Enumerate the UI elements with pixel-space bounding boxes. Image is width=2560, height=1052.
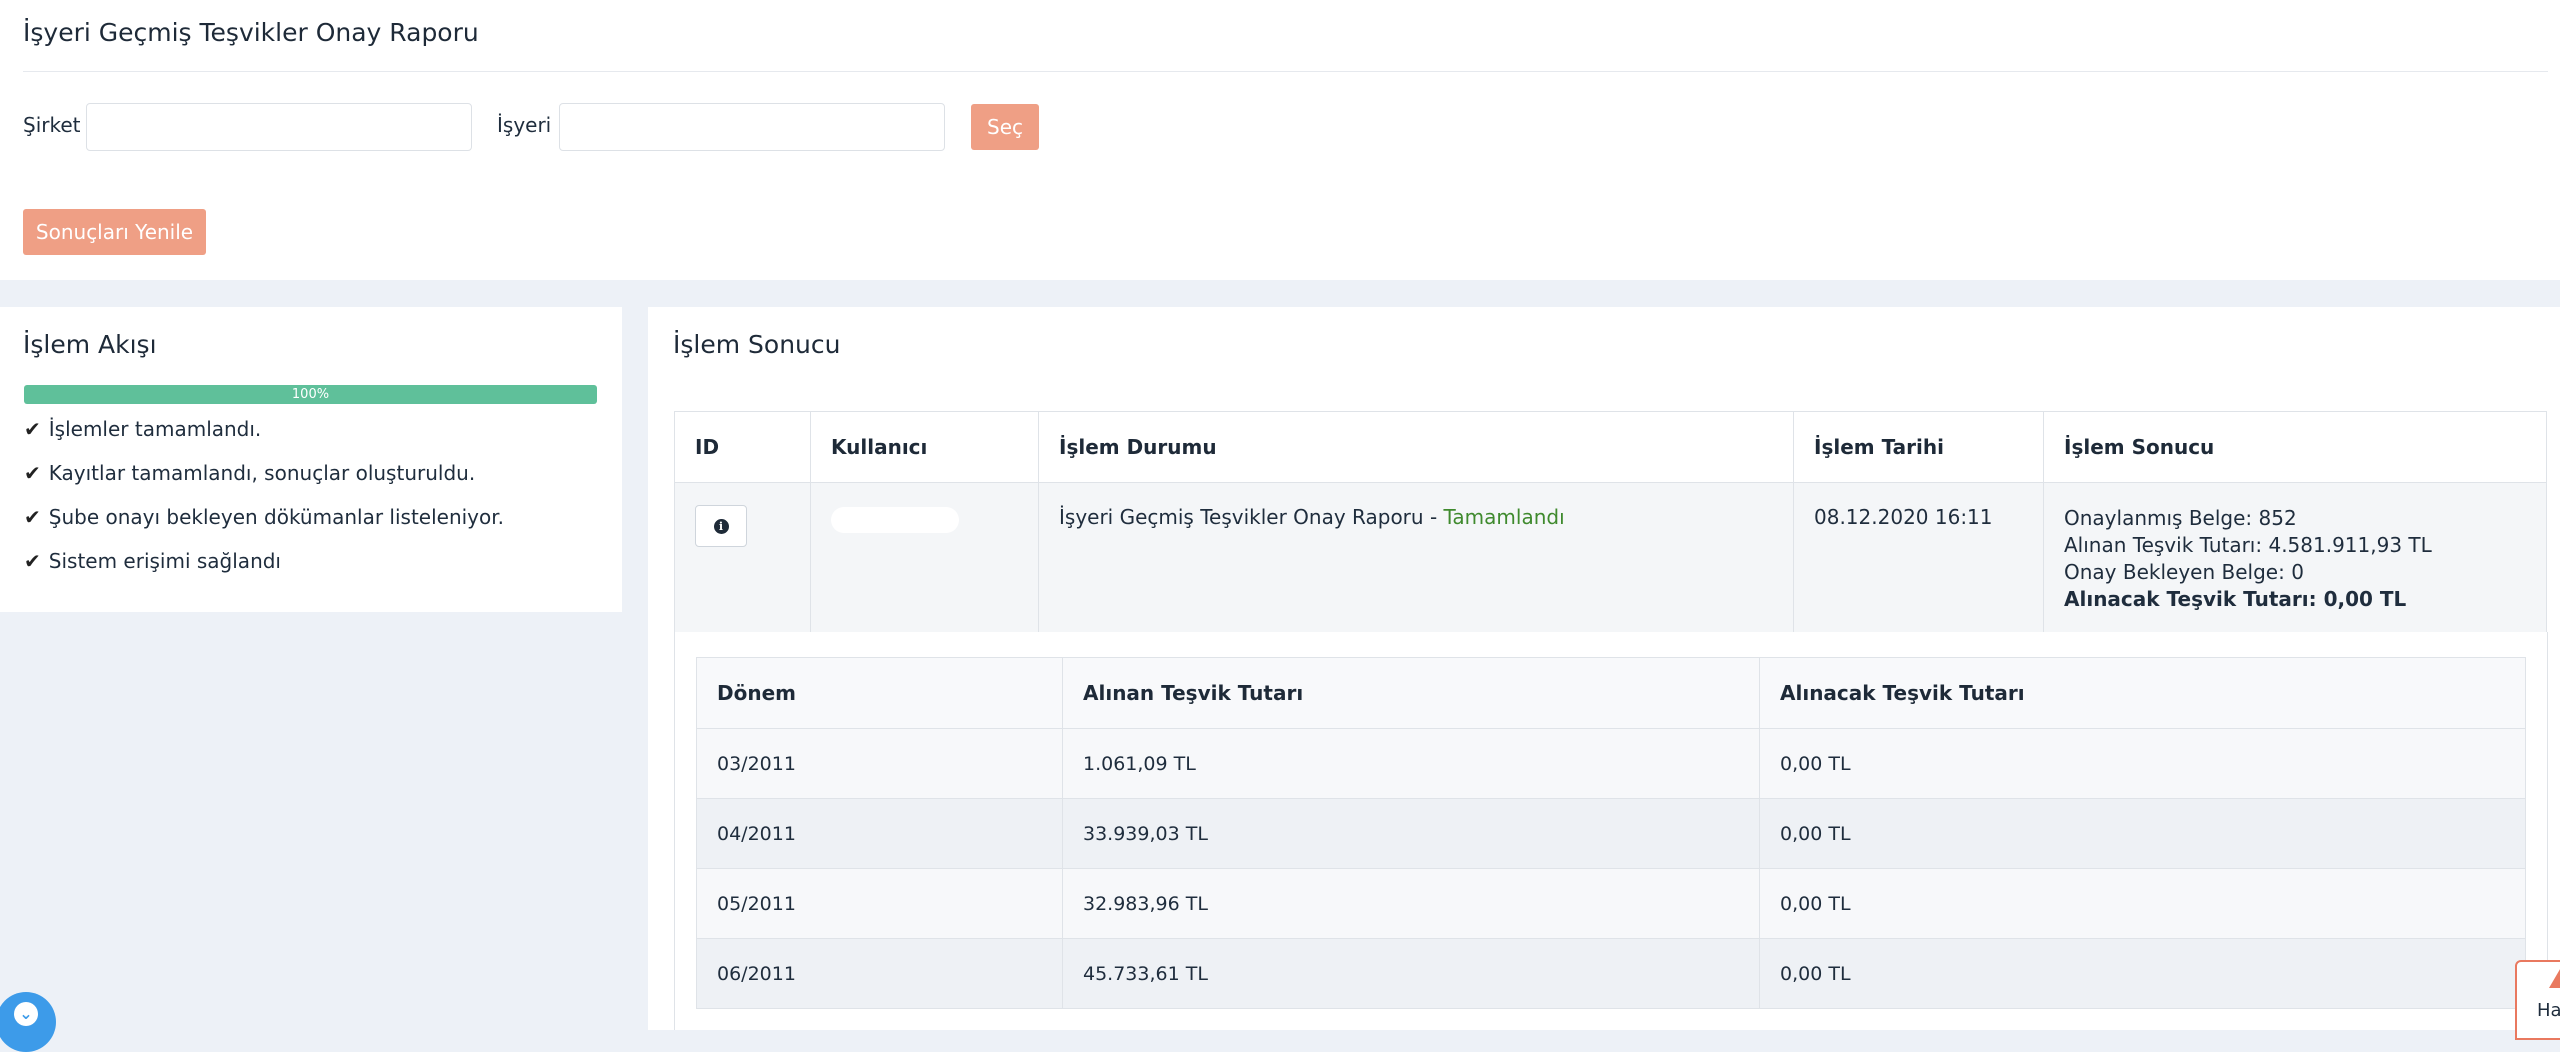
- col-header-id: ID: [674, 411, 811, 483]
- details-button[interactable]: i: [695, 505, 747, 547]
- page-title: İşyeri Geçmiş Teşvikler Onay Raporu: [23, 18, 479, 47]
- id-cell: i: [674, 482, 811, 636]
- status-text: İşyeri Geçmiş Teşvikler Onay Raporu -: [1059, 505, 1444, 529]
- receivable-cell: 0,00 TL: [1759, 798, 2526, 869]
- refresh-results-button[interactable]: Sonuçları Yenile: [23, 209, 206, 255]
- company-label: Şirket: [23, 113, 81, 137]
- receivable-incentive: Alınacak Teşvik Tutarı: 0,00 TL: [2064, 587, 2407, 611]
- period-cell: 06/2011: [696, 938, 1063, 1009]
- flow-step-label: İşlemler tamamlandı.: [48, 417, 262, 441]
- result-table: ID Kullanıcı İşlem Durumu İşlem Tarihi İ…: [674, 411, 2547, 636]
- flow-step-label: Kayıtlar tamamlandı, sonuçlar oluşturuld…: [48, 461, 476, 485]
- pending-documents: Onay Bekleyen Belge: 0: [2064, 560, 2304, 584]
- received-cell: 1.061,09 TL: [1062, 728, 1760, 799]
- result-cell: Onaylanmış Belge: 852 Alınan Teşvik Tuta…: [2043, 482, 2547, 636]
- check-icon: ✔: [24, 417, 41, 441]
- table-row: 04/2011 33.939,03 TL 0,00 TL: [696, 798, 2526, 869]
- warning-icon: [2549, 964, 2560, 988]
- received-cell: 33.939,03 TL: [1062, 798, 1760, 869]
- table-row: 06/2011 45.733,61 TL 0,00 TL: [696, 938, 2526, 1009]
- table-row: 05/2011 32.983,96 TL 0,00 TL: [696, 868, 2526, 939]
- approved-documents: Onaylanmış Belge: 852: [2064, 506, 2297, 530]
- workplace-label: İşyeri: [497, 113, 552, 137]
- period-cell: 03/2011: [696, 728, 1063, 799]
- check-icon: ✔: [24, 461, 41, 485]
- col-header-period: Dönem: [696, 657, 1063, 729]
- company-input[interactable]: [86, 103, 472, 151]
- period-header-row: Dönem Alınan Teşvik Tutarı Alınacak Teşv…: [696, 657, 2526, 729]
- col-header-date: İşlem Tarihi: [1793, 411, 2044, 483]
- chat-widget-button[interactable]: ⌄: [0, 992, 56, 1052]
- workplace-input[interactable]: [559, 103, 945, 151]
- period-cell: 04/2011: [696, 798, 1063, 869]
- col-header-status: İşlem Durumu: [1038, 411, 1794, 483]
- period-cell: 05/2011: [696, 868, 1063, 939]
- col-header-received: Alınan Teşvik Tutarı: [1062, 657, 1760, 729]
- result-title: İşlem Sonucu: [673, 330, 841, 359]
- period-table: Dönem Alınan Teşvik Tutarı Alınacak Teşv…: [696, 657, 2526, 1009]
- col-header-result: İşlem Sonucu: [2043, 411, 2547, 483]
- help-widget-tab[interactable]: Ha: [2515, 960, 2560, 1040]
- status-cell: İşyeri Geçmiş Teşvikler Onay Raporu - Ta…: [1038, 482, 1794, 636]
- title-divider: [23, 71, 2548, 72]
- table-row: 03/2011 1.061,09 TL 0,00 TL: [696, 728, 2526, 799]
- result-header-row: ID Kullanıcı İşlem Durumu İşlem Tarihi İ…: [674, 411, 2547, 483]
- status-badge: Tamamlandı: [1443, 505, 1565, 529]
- help-label: Ha: [2537, 1000, 2560, 1021]
- received-incentive: Alınan Teşvik Tutarı: 4.581.911,93 TL: [2064, 533, 2432, 557]
- table-row: i İşyeri Geçmiş Teşvikler Onay Raporu - …: [674, 482, 2547, 636]
- flow-step: ✔ İşlemler tamamlandı.: [24, 417, 261, 441]
- col-header-user: Kullanıcı: [810, 411, 1039, 483]
- flow-step-label: Şube onayı bekleyen dökümanlar listeleni…: [48, 505, 504, 529]
- user-cell: [810, 482, 1039, 636]
- receivable-cell: 0,00 TL: [1759, 938, 2526, 1009]
- redacted-user: [831, 507, 959, 533]
- flow-step-label: Sistem erişimi sağlandı: [48, 549, 281, 573]
- progress-fill: 100%: [24, 385, 597, 404]
- receivable-cell: 0,00 TL: [1759, 868, 2526, 939]
- receivable-cell: 0,00 TL: [1759, 728, 2526, 799]
- progress-bar: 100%: [24, 385, 597, 404]
- check-icon: ✔: [24, 549, 41, 573]
- filter-panel: İşyeri Geçmiş Teşvikler Onay Raporu Şirk…: [0, 0, 2560, 280]
- info-icon: i: [713, 518, 729, 534]
- flow-step: ✔ Sistem erişimi sağlandı: [24, 549, 281, 573]
- chevron-down-icon: ⌄: [14, 1002, 38, 1026]
- flow-step: ✔ Şube onayı bekleyen dökümanlar listele…: [24, 505, 504, 529]
- col-header-receivable: Alınacak Teşvik Tutarı: [1759, 657, 2526, 729]
- received-cell: 32.983,96 TL: [1062, 868, 1760, 939]
- flow-step: ✔ Kayıtlar tamamlandı, sonuçlar oluşturu…: [24, 461, 475, 485]
- check-icon: ✔: [24, 505, 41, 529]
- date-cell: 08.12.2020 16:11: [1793, 482, 2044, 636]
- received-cell: 45.733,61 TL: [1062, 938, 1760, 1009]
- process-flow-title: İşlem Akışı: [23, 330, 157, 359]
- select-button[interactable]: Seç: [971, 104, 1039, 150]
